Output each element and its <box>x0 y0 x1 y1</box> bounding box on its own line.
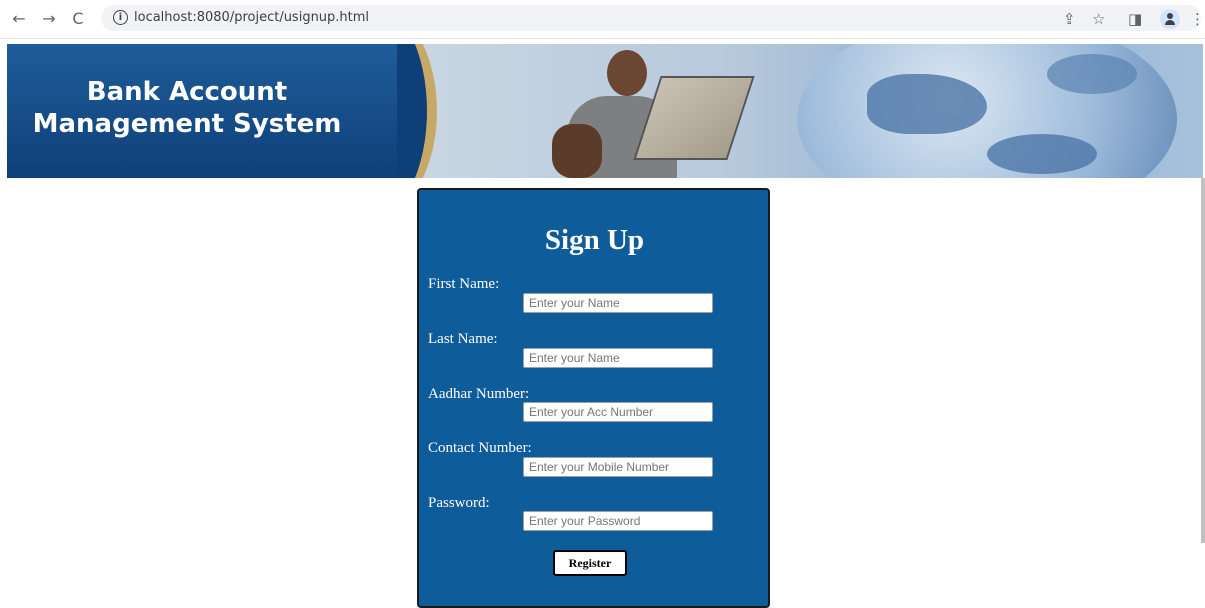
first-name-label: First Name: <box>428 276 500 292</box>
browser-toolbar: ← → C i localhost:8080/project/usignup.h… <box>0 0 1205 39</box>
password-input[interactable] <box>523 511 713 531</box>
info-icon[interactable]: i <box>113 10 128 25</box>
back-icon[interactable]: ← <box>9 9 29 29</box>
contact-number-input[interactable] <box>523 457 713 477</box>
profile-avatar-icon[interactable] <box>1160 9 1180 29</box>
first-name-input[interactable] <box>523 293 713 313</box>
form-title: Sign Up <box>544 224 645 256</box>
password-label: Password: <box>428 495 490 511</box>
last-name-input[interactable] <box>523 348 713 368</box>
signup-form: Sign Up First Name: Last Name: Aadhar Nu… <box>417 188 770 608</box>
aadhar-number-input[interactable] <box>523 402 713 422</box>
last-name-label: Last Name: <box>428 331 498 347</box>
star-icon[interactable]: ☆ <box>1092 9 1105 29</box>
menu-icon[interactable]: ⋮ <box>1190 9 1205 29</box>
header-banner: Bank Account Management System <box>7 44 1203 178</box>
page-scrollbar[interactable] <box>1201 178 1205 543</box>
register-button[interactable]: Register <box>553 550 627 576</box>
banner-title-line1: Bank Account <box>86 77 288 107</box>
aadhar-number-label: Aadhar Number: <box>428 386 530 402</box>
url-text[interactable]: localhost:8080/project/usignup.html <box>134 10 369 25</box>
share-icon[interactable]: ⇪ <box>1063 9 1076 29</box>
reload-icon[interactable]: C <box>68 9 88 29</box>
banner-title: Bank Account Management System <box>7 76 367 140</box>
address-bar[interactable]: i localhost:8080/project/usignup.html <box>101 5 1201 31</box>
side-panel-icon[interactable]: ◨ <box>1128 9 1142 29</box>
banner-title-line2: Management System <box>32 109 342 139</box>
forward-icon[interactable]: → <box>39 9 59 29</box>
contact-number-label: Contact Number: <box>428 440 532 456</box>
